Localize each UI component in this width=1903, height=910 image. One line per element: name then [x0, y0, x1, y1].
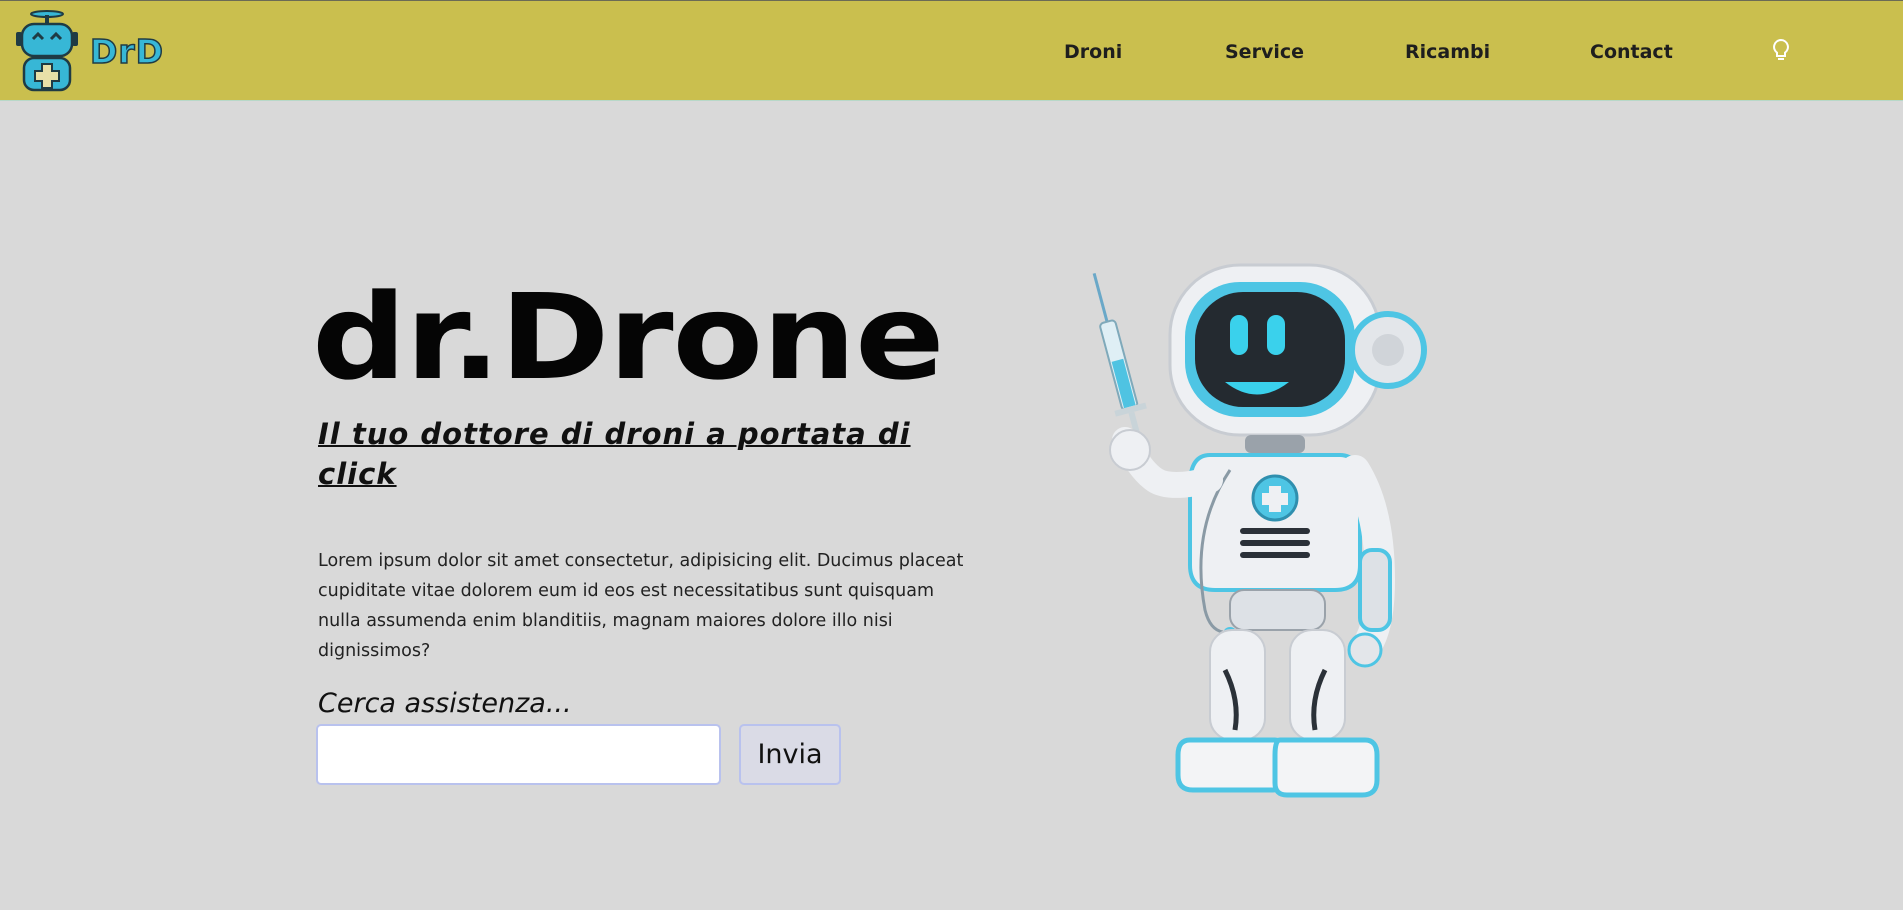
navbar: DrD Droni Service Ricambi Contact	[0, 0, 1903, 101]
brand-logo[interactable]: DrD	[14, 6, 164, 96]
nav-link-contact[interactable]: Contact	[1590, 41, 1673, 63]
doctor-robot-illustration	[1060, 250, 1440, 814]
send-button[interactable]: Invia	[739, 724, 841, 785]
search-input[interactable]	[316, 724, 721, 785]
hero-title: dr.Drone	[312, 268, 945, 406]
nav-link-droni[interactable]: Droni	[1064, 41, 1122, 63]
search-label: Cerca assistenza...	[318, 688, 572, 719]
nav-link-ricambi[interactable]: Ricambi	[1405, 41, 1490, 63]
nav-link-service[interactable]: Service	[1225, 41, 1304, 63]
hero-description: Lorem ipsum dolor sit amet consectetur, …	[318, 551, 964, 661]
hero-subtitle: Il tuo dottore di droni a portata di cli…	[318, 417, 911, 491]
lightbulb-icon[interactable]	[1770, 37, 1792, 67]
drone-robot-logo-icon	[16, 10, 78, 92]
syringe-icon	[1092, 273, 1147, 443]
brand-text: DrD	[89, 31, 165, 72]
